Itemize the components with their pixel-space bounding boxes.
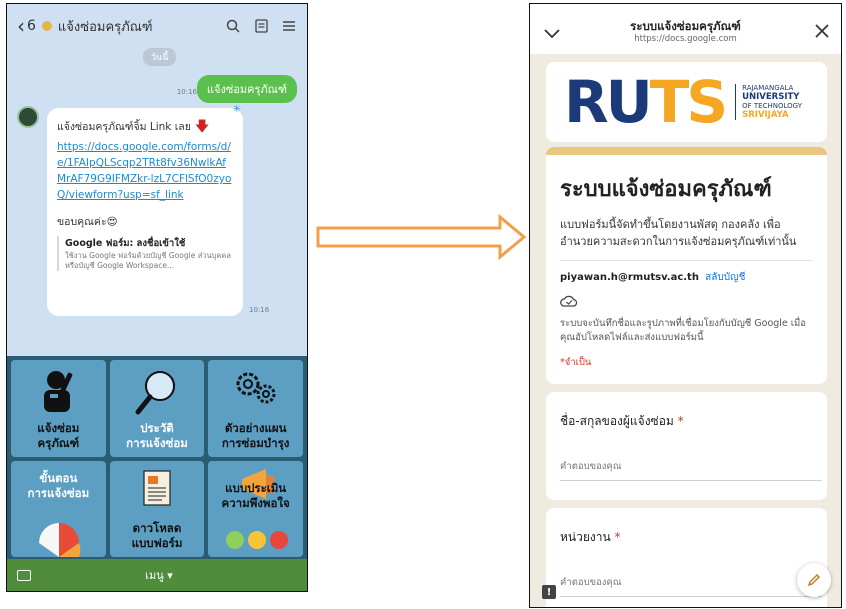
thanks-text: ขอบคุณค่ะ😍 [57,216,118,228]
sparkle-icon: ✳ [232,104,241,115]
preview-title: Google ฟอร์ม: ลงชื่อเข้าใช้ [65,238,186,249]
question-title: หน่วยงาน * [560,530,621,544]
form-title-card: ระบบแจ้งซ่อมครุภัณฑ์ แบบฟอร์มนี้จัดทำขึ้… [546,147,827,384]
verified-badge-icon [41,21,52,31]
mechanic-icon [44,371,73,412]
close-icon[interactable] [815,22,829,43]
ruts-logo: RUTS [564,68,728,136]
down-arrow-icon: 🡇 [194,118,210,135]
screenshot-stage: ‹ 6 แจ้งซ่อมครุภัณฑ์ วันนี้ แจ้งซ่อมครุภ… [0,0,846,609]
search-icon[interactable] [225,18,241,34]
tile-label: ตัวอย่างแผน การซ่อมบำรุง [221,420,290,450]
answer-input-department[interactable]: คำตอบของคุณ [560,575,822,597]
tile-label: ประวัติ การแจ้งซ่อม [126,420,188,450]
tile-report-repair[interactable]: แจ้งซ่อม ครุภัณฑ์ [11,360,106,457]
tile-repair-history[interactable]: ประวัติ การแจ้งซ่อม [109,360,205,457]
report-feedback-icon[interactable]: ! [542,585,556,599]
tile-label: ดาวโหลด แบบฟอร์ม [131,521,183,550]
tile-label: แบบประเมิน ความพึงพอใจ [221,480,290,510]
account-row: piyawan.h@rmutsv.ac.th สลับบัญชี [560,270,813,285]
form-title: ระบบแจ้งซ่อมครุภัณฑ์ [560,177,772,202]
outgoing-message[interactable]: แจ้งซ่อมครุภัณฑ์ [196,75,297,103]
link-preview[interactable]: Google ฟอร์ม: ลงชื่อเข้าใช้ ใช้งาน Googl… [57,236,233,271]
tile-label: ขั้นตอน การแจ้งซ่อม [27,470,90,500]
google-form-screen: ระบบแจ้งซ่อมครุภัณฑ์ https://docs.google… [529,3,842,608]
form-header-logo: RUTS RAJAMANGALA UNIVERSITY OF TECHNOLOG… [546,62,827,142]
hamburger-menu-icon[interactable] [281,18,297,34]
notes-icon[interactable] [253,18,269,34]
question-card-name: ชื่อ-สกุลของผู้แจ้งซ่อม * คำตอบของคุณ [546,392,827,500]
document-icon [143,469,171,506]
preview-description: ใช้งาน Google ฟอร์มด้วยบัญชี Google ส่วน… [65,251,231,270]
required-note: *จำเป็น [560,357,592,368]
bottom-menu-bar: เมนู ▾ [7,559,307,591]
question-card-department: หน่วยงาน * คำตอบของคุณ [546,508,827,607]
account-save-note: ระบบจะบันทึกชื่อและรูปภาพที่เชื่อมโยงกับ… [560,318,807,343]
keyboard-icon[interactable] [17,569,31,581]
back-chevron-icon[interactable]: ‹ [17,14,25,38]
form-link[interactable]: https://docs.google.com/forms/d/e/1FAIpQ… [57,139,233,203]
switch-account-link[interactable]: สลับบัญชี [705,272,745,283]
page-url: https://docs.google.com [634,34,737,44]
outgoing-timestamp: 10:16 [176,88,197,96]
incoming-timestamp: 10:16 [249,306,270,314]
account-email: piyawan.h@rmutsv.ac.th [560,272,699,283]
rich-menu: แจ้งซ่อม ครุภัณฑ์ ประวัติ การแจ้งซ่อม ตัวอ… [7,356,307,561]
pencil-icon [807,573,821,587]
cloud-icon [560,295,578,307]
date-separator: วันนี้ [143,48,177,66]
process-icon [39,523,81,557]
incoming-message: ✳ แจ้งซ่อมครุภัณฑ์จิ้ม Link เลย 🡇 https:… [47,104,243,316]
chat-header: ‹ 6 แจ้งซ่อมครุภัณฑ์ [7,4,307,48]
browser-topbar: ระบบแจ้งซ่อมครุภัณฑ์ https://docs.google… [530,4,841,54]
line-chat-screen: ‹ 6 แจ้งซ่อมครุภัณฑ์ วันนี้ แจ้งซ่อมครุภ… [6,3,308,592]
chat-title: แจ้งซ่อมครุภัณฑ์ [57,19,153,35]
flow-arrow-icon [316,213,528,264]
form-description: แบบฟอร์มนี้จัดทำขึ้นโดยงานพัสดุ กองคลัง … [560,216,813,261]
tile-label: แจ้งซ่อม ครุภัณฑ์ [37,420,80,450]
rating-faces-icon [226,531,289,549]
university-name: RAJAMANGALA UNIVERSITY OF TECHNOLOGY SRI… [735,84,802,120]
message-intro: แจ้งซ่อมครุภัณฑ์จิ้ม Link เลย [57,121,191,133]
tile-repair-procedure[interactable]: ขั้นตอน การแจ้งซ่อม [11,460,106,557]
tile-satisfaction-survey[interactable]: แบบประเมิน ความพึงพอใจ [208,460,303,557]
question-title: ชื่อ-สกุลของผู้แจ้งซ่อม * [560,414,684,428]
answer-input-name[interactable]: คำตอบของคุณ [560,459,822,481]
back-unread-count[interactable]: 6 [27,18,36,34]
magnifier-icon [135,371,175,415]
tile-download-form[interactable]: ดาวโหลด แบบฟอร์ม [109,460,205,557]
menu-toggle[interactable]: เมนู ▾ [31,566,287,584]
edit-pencil-button[interactable] [797,563,831,597]
sender-avatar[interactable] [17,106,39,128]
gears-icon [236,372,276,404]
tile-maintenance-plan[interactable]: ตัวอย่างแผน การซ่อมบำรุง [208,360,303,457]
